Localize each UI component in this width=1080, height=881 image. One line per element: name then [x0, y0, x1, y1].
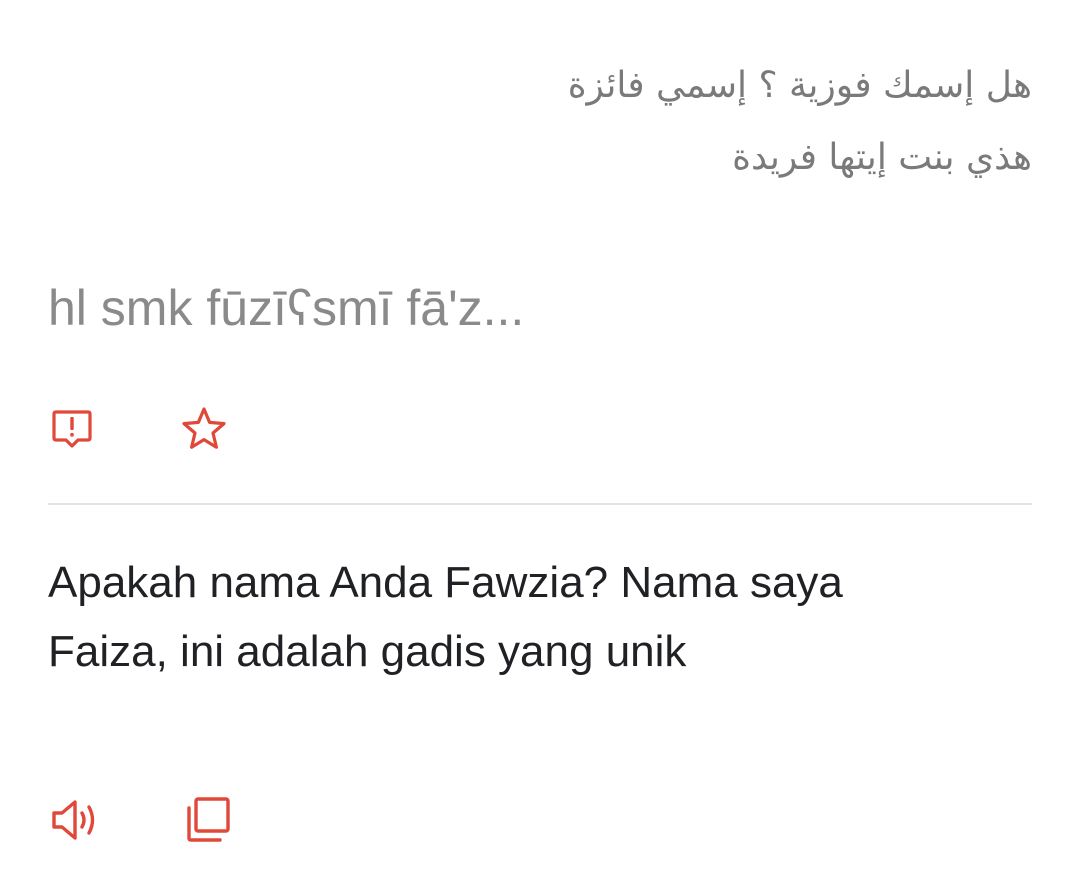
section-divider	[48, 503, 1032, 505]
copy-button[interactable]	[180, 792, 236, 848]
translation-line-2: Faiza, ini adalah gadis yang unik	[48, 627, 687, 676]
translation-line-1: Apakah nama Anda Fawzia? Nama saya	[48, 558, 843, 607]
favorite-button[interactable]	[176, 401, 232, 457]
transliteration-text: hl smk fūzīʕsmī fā'z...	[48, 280, 525, 336]
report-button[interactable]	[44, 401, 100, 457]
listen-button[interactable]	[48, 792, 104, 848]
copy-icon	[187, 797, 230, 842]
translation-text: Apakah nama Anda Fawzia? Nama saya Faiza…	[48, 548, 1008, 686]
speaker-icon	[52, 800, 95, 840]
source-line-1: هل إسمك فوزية ؟ إسمي فائزة	[567, 65, 1032, 106]
star-outline-icon	[182, 407, 226, 449]
report-feedback-icon	[52, 410, 92, 448]
source-line-2: هذي بنت إيتها فريدة	[732, 137, 1032, 178]
source-text: هل إسمك فوزية ؟ إسمي فائزة هذي بنت إيتها…	[272, 50, 1032, 194]
